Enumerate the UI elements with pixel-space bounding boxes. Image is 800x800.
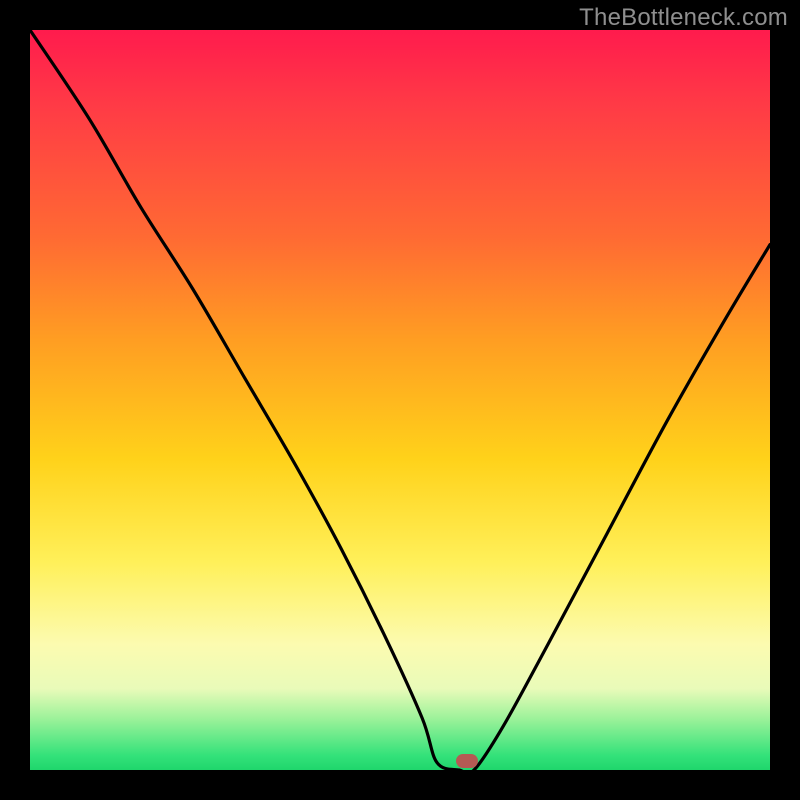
curve-svg [30,30,770,770]
watermark-text: TheBottleneck.com [579,4,788,32]
bottleneck-curve [30,30,770,770]
optimum-marker [456,754,478,768]
plot-area [30,30,770,770]
chart-frame: TheBottleneck.com [0,0,800,800]
